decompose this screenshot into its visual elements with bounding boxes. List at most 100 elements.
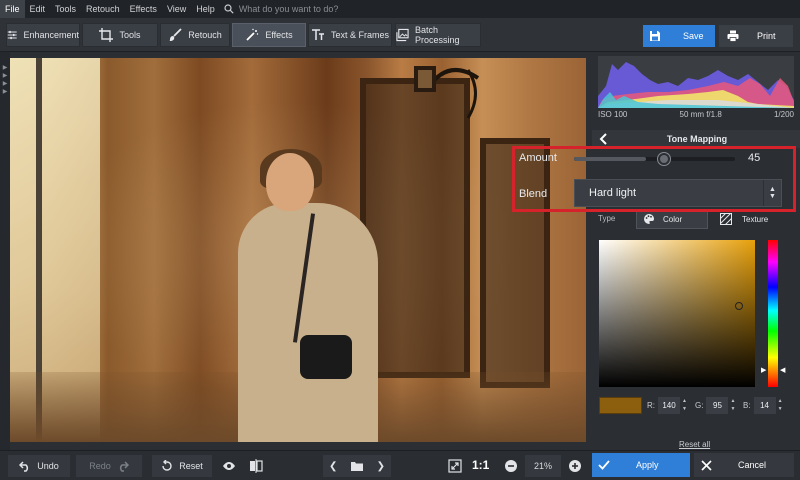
photo-subject bbox=[238, 149, 378, 442]
photo-face bbox=[266, 153, 314, 211]
minus-circle-icon bbox=[505, 460, 517, 472]
r-label: R: bbox=[647, 401, 655, 410]
g-spinner[interactable]: ▲ ▼ bbox=[728, 397, 737, 414]
menu-bar: File Edit Tools Retouch Effects View Hel… bbox=[0, 0, 800, 18]
g-label: G: bbox=[695, 401, 704, 410]
menu-file[interactable]: File bbox=[0, 0, 25, 18]
menu-search[interactable]: What do you want to do? bbox=[224, 4, 338, 14]
panel-title: Tone Mapping bbox=[666, 134, 728, 144]
menu-tools[interactable]: Tools bbox=[50, 0, 81, 18]
cancel-button[interactable]: Cancel bbox=[694, 453, 794, 477]
redo-button[interactable]: Redo bbox=[76, 455, 142, 477]
reset-icon bbox=[162, 460, 172, 471]
type-texture-option[interactable]: Texture bbox=[716, 209, 792, 229]
chevron-up-icon[interactable]: ▲ bbox=[769, 186, 776, 193]
eye-icon bbox=[223, 462, 235, 470]
b-spinner[interactable]: ▲ ▼ bbox=[776, 397, 785, 414]
left-rail: ▶ ▶ ▶ ▶ bbox=[0, 52, 10, 450]
save-label: Save bbox=[683, 31, 704, 41]
actual-size-button[interactable]: 1:1 bbox=[472, 458, 489, 472]
preview-eye-button[interactable] bbox=[220, 457, 238, 475]
blend-mode-select[interactable]: Hard light ▲ ▼ bbox=[574, 179, 782, 207]
b-label: B: bbox=[743, 401, 751, 410]
tab-enhancement[interactable]: Enhancement bbox=[6, 23, 80, 47]
back-arrow-icon[interactable] bbox=[598, 133, 610, 145]
floppy-icon bbox=[650, 31, 660, 41]
amount-slider[interactable] bbox=[574, 157, 735, 161]
compare-icon bbox=[250, 459, 263, 473]
color-swatch bbox=[599, 397, 642, 414]
amount-slider-knob[interactable] bbox=[658, 153, 670, 165]
r-spinner[interactable]: ▲ ▼ bbox=[680, 397, 689, 414]
chevron-right-icon[interactable]: ▶ bbox=[0, 88, 10, 96]
magic-wand-icon bbox=[246, 28, 259, 41]
redo-icon bbox=[119, 461, 129, 472]
amount-label: Amount bbox=[519, 152, 557, 164]
hue-marker-left-icon[interactable]: ▶ bbox=[761, 366, 766, 374]
tab-retouch[interactable]: Retouch bbox=[160, 23, 230, 47]
tab-text-frames[interactable]: Text & Frames bbox=[308, 23, 392, 47]
tab-label: Batch Processing bbox=[415, 25, 460, 45]
tab-batch-processing[interactable]: Batch Processing bbox=[395, 23, 481, 47]
menu-edit[interactable]: Edit bbox=[25, 0, 51, 18]
menu-retouch[interactable]: Retouch bbox=[81, 0, 125, 18]
palette-icon bbox=[644, 214, 654, 224]
color-picker-cursor[interactable] bbox=[735, 302, 743, 310]
folder-icon[interactable] bbox=[351, 460, 363, 472]
type-label: Type bbox=[598, 214, 616, 223]
g-field: G: 95 ▲ ▼ bbox=[695, 397, 737, 414]
menu-view[interactable]: View bbox=[162, 0, 191, 18]
checkmark-icon bbox=[598, 460, 610, 470]
tab-tools[interactable]: Tools bbox=[82, 23, 158, 47]
tab-effects[interactable]: Effects bbox=[232, 23, 306, 47]
reset-button[interactable]: Reset bbox=[152, 455, 212, 477]
apply-label: Apply bbox=[636, 460, 659, 470]
zoom-in-button[interactable] bbox=[566, 457, 584, 475]
photo-canvas[interactable] bbox=[10, 58, 586, 442]
type-color-option[interactable]: Color bbox=[636, 209, 708, 229]
g-input[interactable]: 95 bbox=[706, 397, 729, 414]
redo-label: Redo bbox=[89, 461, 111, 471]
r-input[interactable]: 140 bbox=[658, 397, 680, 414]
tab-label: Text & Frames bbox=[330, 30, 389, 40]
text-icon bbox=[311, 29, 324, 40]
print-button[interactable]: Print bbox=[719, 25, 793, 47]
undo-button[interactable]: Undo bbox=[8, 455, 70, 477]
file-navigator: ❮ ❯ bbox=[323, 455, 391, 477]
chevron-right-icon[interactable]: ❯ bbox=[377, 461, 385, 472]
chevron-down-icon[interactable]: ▼ bbox=[769, 193, 776, 200]
hue-marker-right-icon[interactable]: ◀ bbox=[780, 366, 785, 374]
color-picker-saturation-value[interactable] bbox=[599, 240, 755, 387]
tab-label: Tools bbox=[119, 30, 141, 40]
save-button[interactable]: Save bbox=[643, 25, 715, 47]
lens-value: 50 mm f/1.8 bbox=[679, 110, 722, 119]
hue-slider[interactable] bbox=[768, 240, 778, 387]
menu-help[interactable]: Help bbox=[191, 0, 220, 18]
b-input[interactable]: 14 bbox=[753, 397, 776, 414]
chevron-left-icon[interactable]: ❮ bbox=[329, 461, 337, 472]
chevron-right-icon[interactable]: ▶ bbox=[0, 80, 10, 88]
printer-icon bbox=[727, 30, 739, 42]
chevron-right-icon[interactable]: ▶ bbox=[0, 64, 10, 72]
menu-effects[interactable]: Effects bbox=[125, 0, 162, 18]
compare-button[interactable] bbox=[247, 457, 265, 475]
shutter-value: 1/200 bbox=[773, 110, 794, 119]
panel-header: Tone Mapping bbox=[592, 130, 800, 148]
undo-icon bbox=[19, 461, 29, 472]
histogram-info: ISO 100 50 mm f/1.8 1/200 bbox=[598, 110, 794, 122]
images-icon bbox=[396, 28, 409, 42]
reset-all-link[interactable]: Reset all bbox=[679, 440, 710, 449]
chevron-right-icon[interactable]: ▶ bbox=[0, 72, 10, 80]
blend-spin-buttons[interactable]: ▲ ▼ bbox=[763, 180, 781, 206]
fit-screen-button[interactable] bbox=[446, 457, 464, 475]
print-label: Print bbox=[757, 31, 776, 41]
crop-icon bbox=[99, 28, 114, 42]
r-field: R: 140 ▲ ▼ bbox=[647, 397, 689, 414]
undo-label: Undo bbox=[37, 461, 59, 471]
photo-street-lantern bbox=[414, 66, 480, 119]
type-texture-label: Texture bbox=[742, 214, 769, 224]
apply-button[interactable]: Apply bbox=[592, 453, 690, 477]
photo-window bbox=[480, 138, 550, 388]
blend-label: Blend bbox=[519, 188, 548, 200]
zoom-out-button[interactable] bbox=[502, 457, 520, 475]
